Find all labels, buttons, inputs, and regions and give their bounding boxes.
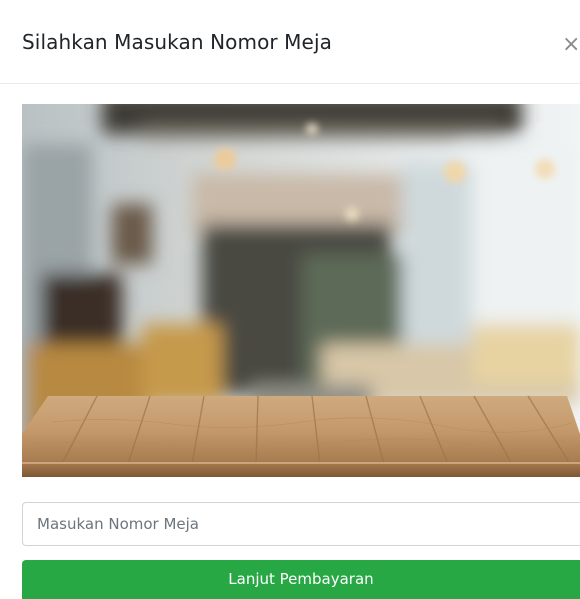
modal-title: Silahkan Masukan Nomor Meja <box>22 30 332 54</box>
modal-header: Silahkan Masukan Nomor Meja × <box>0 0 580 84</box>
restaurant-table-illustration <box>22 104 580 477</box>
close-button[interactable]: × <box>562 30 580 60</box>
continue-payment-button[interactable]: Lanjut Pembayaran <box>22 560 580 599</box>
table-number-modal: Silahkan Masukan Nomor Meja × Masukan No… <box>0 0 580 599</box>
restaurant-table-image <box>22 104 580 477</box>
table-number-input[interactable] <box>22 502 580 546</box>
